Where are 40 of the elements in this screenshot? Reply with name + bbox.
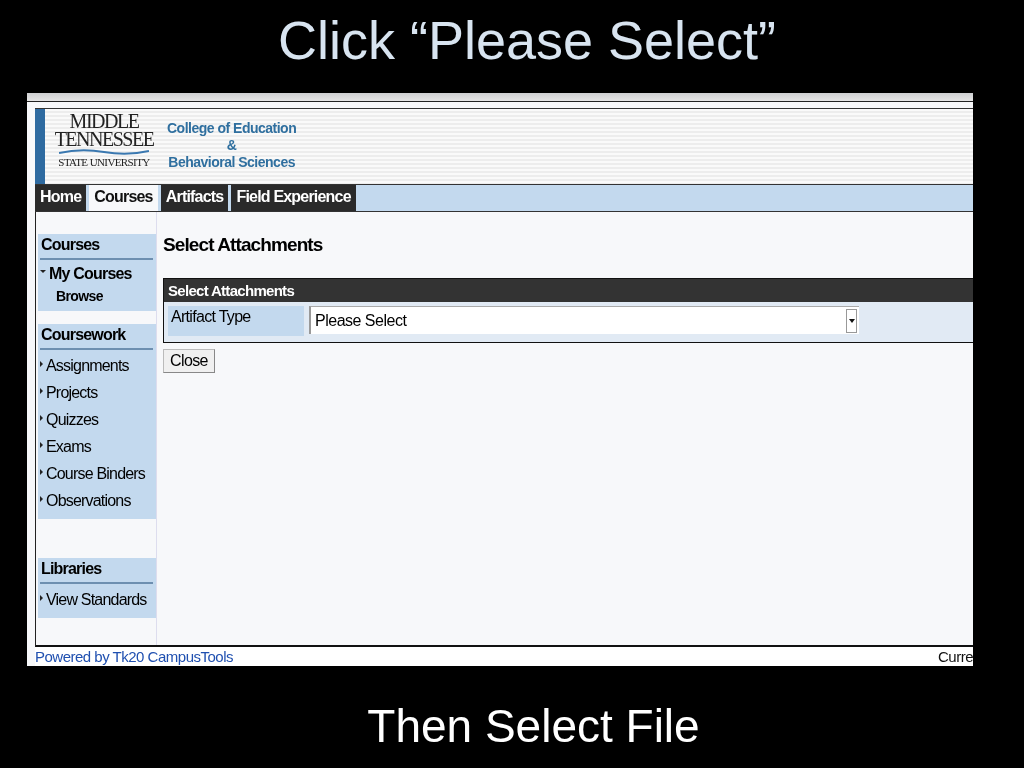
- college-name: College of Education: [167, 120, 297, 137]
- sidebar-item[interactable]: Projects: [40, 379, 153, 406]
- nav-tab[interactable]: Field Experience: [231, 185, 356, 211]
- close-button[interactable]: Close: [163, 349, 215, 373]
- nav-tab[interactable]: Courses: [89, 185, 158, 211]
- logo-text: STATE UNIVERSITY: [58, 156, 150, 168]
- collapsed-arrow-icon[interactable]: [40, 388, 43, 394]
- slide-caption: Then Select File: [366, 699, 700, 753]
- sidebar-item[interactable]: View Standards: [40, 586, 153, 613]
- college-name: &: [226, 137, 237, 154]
- sidebar-item[interactable]: Course Binders: [40, 460, 153, 487]
- footer-link[interactable]: Powered by Tk20 CampusTools: [35, 647, 233, 666]
- artifact-type-select[interactable]: Please Select: [309, 306, 859, 334]
- nav-tab[interactable]: Home: [35, 185, 87, 211]
- logo-wave-icon: [59, 148, 149, 156]
- sidebar-heading: Coursework: [40, 326, 153, 350]
- sidebar-item[interactable]: Assignments: [40, 352, 153, 379]
- panel-title: Select Attachments: [164, 279, 973, 302]
- collapsed-arrow-icon[interactable]: [40, 415, 43, 421]
- logo-text: MIDDLE: [69, 112, 139, 130]
- collapsed-arrow-icon[interactable]: [40, 442, 43, 448]
- field-label: Artifact Type: [168, 306, 304, 336]
- collapsed-arrow-icon[interactable]: [40, 361, 43, 367]
- collapsed-arrow-icon[interactable]: [40, 595, 43, 601]
- sidebar-heading: Libraries: [40, 560, 153, 584]
- sidebar-item[interactable]: Observations: [40, 487, 153, 514]
- collapsed-arrow-icon[interactable]: [40, 496, 43, 502]
- expanded-arrow-icon[interactable]: [40, 270, 46, 273]
- nav-tab[interactable]: Artifacts: [160, 185, 229, 211]
- footer-text: Curre: [938, 647, 973, 666]
- sidebar-subitem[interactable]: Browse: [40, 286, 153, 306]
- slide-title: Click “Please Select”: [276, 9, 777, 72]
- sidebar-item[interactable]: My Courses: [40, 262, 153, 286]
- collapsed-arrow-icon[interactable]: [40, 469, 43, 475]
- page-heading: Select Attachments: [163, 234, 324, 257]
- college-name: Behavioral Sciences: [168, 154, 295, 171]
- sidebar-heading: Courses: [40, 236, 153, 260]
- sidebar-item[interactable]: Exams: [40, 433, 153, 460]
- sidebar-item[interactable]: Quizzes: [40, 406, 153, 433]
- logo-text: TENNESSEE: [54, 130, 154, 148]
